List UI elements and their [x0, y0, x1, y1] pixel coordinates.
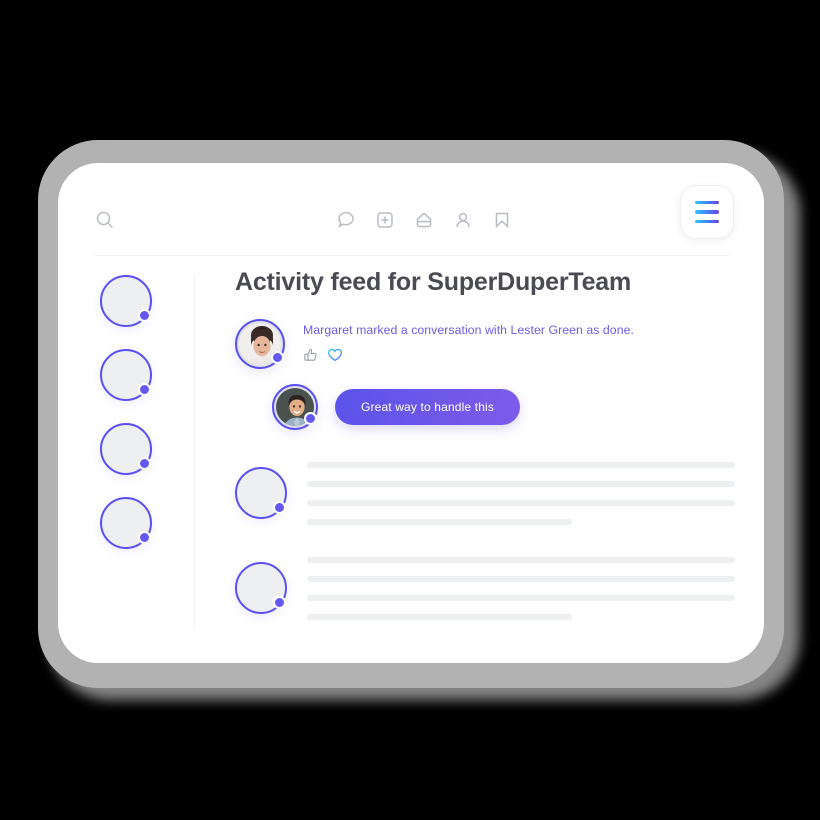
skeleton-row-1: [235, 460, 735, 525]
add-square-icon[interactable]: [374, 209, 396, 231]
status-dot: [138, 457, 151, 470]
home-icon[interactable]: [413, 209, 435, 231]
tablet-screen: Activity feed for SuperDuperTeam Margare…: [58, 163, 764, 663]
status-dot: [138, 309, 151, 322]
post-message: Margaret marked a conversation with Lest…: [303, 323, 634, 337]
skeleton-line: [307, 519, 573, 525]
hamburger-bar-2: [695, 210, 719, 214]
skeleton-line: [307, 462, 735, 468]
post-body: Margaret marked a conversation with Lest…: [303, 319, 634, 363]
skeleton-lines: [307, 460, 735, 525]
hamburger-bar-3: [695, 219, 719, 223]
avatar-replier[interactable]: [272, 384, 318, 430]
skeleton-lines: [307, 555, 735, 620]
hamburger-bar-1: [695, 201, 719, 205]
skeleton-row-2: [235, 555, 735, 620]
thumbs-up-icon[interactable]: [303, 347, 319, 363]
skeleton-line: [307, 481, 735, 487]
nav-icon-group: [335, 209, 513, 231]
skeleton-line: [307, 595, 735, 601]
status-dot: [273, 500, 286, 514]
status-dot: [138, 383, 151, 396]
skeleton-line: [307, 557, 735, 563]
reply-bubble[interactable]: Great way to handle this: [335, 389, 521, 425]
sidebar-avatar-list: [58, 268, 194, 549]
user-icon[interactable]: [452, 209, 474, 231]
top-navigation-bar: [58, 163, 764, 258]
bookmark-icon[interactable]: [491, 209, 513, 231]
skeleton-avatar-1[interactable]: [235, 466, 287, 519]
sidebar-avatar-4[interactable]: [100, 497, 152, 549]
status-dot: [273, 595, 286, 609]
skeleton-line: [307, 614, 573, 620]
status-dot: [304, 412, 317, 425]
page-title: Activity feed for SuperDuperTeam: [235, 268, 632, 296]
sidebar-divider: [194, 275, 195, 628]
hamburger-menu-button[interactable]: [680, 185, 734, 239]
skeleton-line: [307, 500, 735, 506]
reaction-bar: [303, 347, 634, 363]
search-icon[interactable]: [94, 209, 116, 231]
topbar-divider: [94, 255, 730, 256]
skeleton-line: [307, 576, 735, 582]
screenshot-canvas: Activity feed for SuperDuperTeam Margare…: [0, 0, 820, 820]
activity-feed: Activity feed for SuperDuperTeam Margare…: [235, 268, 735, 620]
skeleton-avatar-2[interactable]: [235, 561, 287, 614]
avatar-margaret[interactable]: [235, 319, 285, 369]
sidebar-avatar-1[interactable]: [100, 275, 152, 327]
sidebar-avatar-2[interactable]: [100, 349, 152, 401]
heart-icon[interactable]: [327, 347, 343, 363]
activity-post: Margaret marked a conversation with Lest…: [235, 319, 735, 369]
sidebar-avatar-3[interactable]: [100, 423, 152, 475]
chat-bubble-icon[interactable]: [335, 209, 357, 231]
activity-reply: Great way to handle this: [272, 384, 735, 430]
status-dot: [271, 351, 284, 364]
status-dot: [138, 531, 151, 544]
